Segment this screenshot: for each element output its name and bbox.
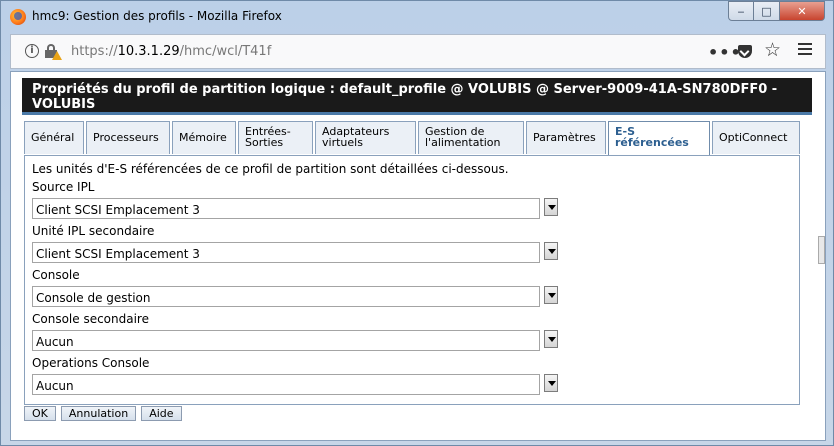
minimize-button[interactable]: ‒ (728, 1, 754, 21)
tab-adaptateurs-virtuels[interactable]: Adaptateurs virtuels (315, 121, 416, 154)
tab-panel: Les unités d'E-S référencées de ce profi… (24, 155, 800, 405)
firefox-icon (10, 9, 26, 25)
console-select[interactable]: Console de gestion (32, 286, 540, 307)
tab-bar: Général Processeurs Mémoire Entrées- Sor… (24, 121, 800, 156)
url-prefix: https:// (71, 44, 118, 59)
url-text[interactable]: https://10.3.1.29/hmc/wcl/T41f (71, 44, 271, 59)
tab-label-line-2: Sorties (245, 136, 284, 149)
title-bar: hmc9: Gestion des profils - Mozilla Fire… (1, 1, 833, 31)
chevron-down-icon[interactable] (544, 286, 558, 304)
field-label-source-ipl: Source IPL (32, 180, 95, 194)
field-label-operations-console: Operations Console (32, 356, 150, 370)
hamburger-menu-icon[interactable] (798, 43, 812, 55)
tab-label-line-2: l'alimentation (425, 136, 501, 149)
field-label-console-secondaire: Console secondaire (32, 312, 149, 326)
maximize-button[interactable]: □ (754, 1, 780, 21)
page-content: Propriétés du profil de partition logiqu… (10, 71, 826, 441)
intro-text: Les unités d'E-S référencées de ce profi… (32, 162, 509, 176)
tab-label-line-2: virtuels (322, 136, 363, 149)
cancel-button[interactable]: Annulation (60, 406, 137, 421)
field-label-unite-ipl-secondaire: Unité IPL secondaire (32, 224, 155, 238)
page-header: Propriétés du profil de partition logiqu… (22, 78, 812, 115)
address-bar[interactable]: i https://10.3.1.29/hmc/wcl/T41f ••• ☆ (10, 34, 826, 69)
dialog-buttons: OK Annulation Aide (24, 406, 187, 422)
tab-opticonnect[interactable]: OptiConnect (712, 121, 800, 154)
tab-processeurs[interactable]: Processeurs (86, 121, 170, 154)
url-path: /hmc/wcl/T41f (179, 44, 272, 59)
insecure-lock-icon[interactable] (44, 44, 62, 60)
header-line-1: Propriétés du profil de partition logiqu… (32, 82, 778, 97)
window-title: hmc9: Gestion des profils - Mozilla Fire… (32, 9, 282, 23)
tab-entrees-sorties[interactable]: Entrées- Sorties (238, 121, 313, 154)
tab-parametres[interactable]: Paramètres (526, 121, 606, 154)
chevron-down-icon[interactable] (544, 242, 558, 260)
bookmark-star-icon[interactable]: ☆ (764, 39, 781, 61)
header-line-2: VOLUBIS (32, 97, 96, 112)
operations-console-select[interactable]: Aucun (32, 374, 540, 395)
field-label-console: Console (32, 268, 80, 282)
page-actions-icon[interactable]: ••• (708, 43, 742, 62)
url-host: 10.3.1.29 (117, 44, 180, 59)
close-button[interactable]: ✕ (780, 1, 825, 21)
unite-ipl-secondaire-select[interactable]: Client SCSI Emplacement 3 (32, 242, 540, 263)
console-secondaire-select[interactable]: Aucun (32, 330, 540, 351)
tab-general[interactable]: Général (24, 121, 84, 154)
chevron-down-icon[interactable] (544, 374, 558, 392)
tab-gestion-alimentation[interactable]: Gestion de l'alimentation (418, 121, 524, 154)
pocket-icon[interactable] (738, 45, 752, 58)
browser-window: hmc9: Gestion des profils - Mozilla Fire… (0, 0, 834, 446)
tab-label-line-2: référencées (615, 136, 689, 149)
help-button[interactable]: Aide (141, 406, 182, 421)
ok-button[interactable]: OK (24, 406, 56, 421)
tab-memoire[interactable]: Mémoire (172, 121, 236, 154)
chevron-down-icon[interactable] (544, 198, 558, 216)
window-controls: ‒ □ ✕ (728, 1, 825, 22)
chevron-down-icon[interactable] (544, 330, 558, 348)
info-icon[interactable]: i (25, 44, 39, 58)
source-ipl-select[interactable]: Client SCSI Emplacement 3 (32, 198, 540, 219)
tab-es-referencees[interactable]: E-S référencées (608, 121, 710, 156)
window-scrollbar[interactable] (818, 236, 825, 264)
